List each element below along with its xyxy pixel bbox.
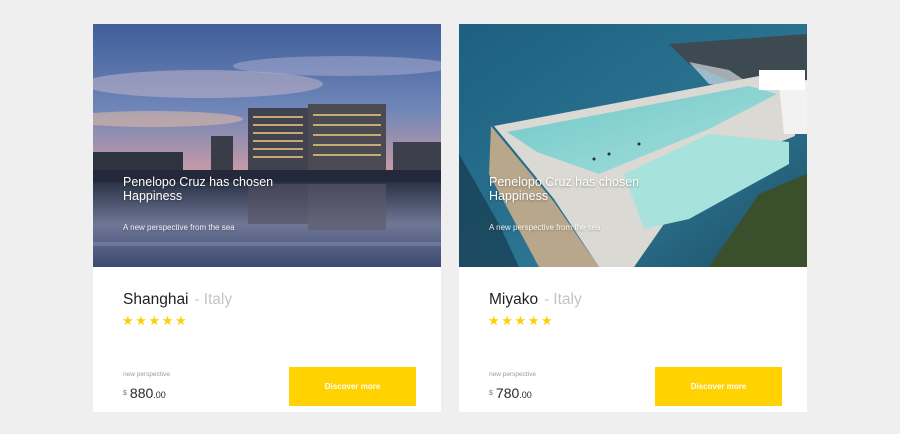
card-title: Miyako - Italy [489,291,582,309]
price: $880.00 [123,385,166,403]
country-name: Italy [553,291,582,308]
star-rating-icon: ★★★★★ [488,313,555,328]
overlay-headline: Penelopo Cruz has chosen Happiness [123,175,274,203]
perspective-label: new perspective [489,371,536,378]
destination-card-shanghai: Penelopo Cruz has chosen Happiness A new… [93,24,441,412]
discover-more-button[interactable]: Discover more [655,367,782,406]
price-cents: .00 [519,390,532,400]
price-cents: .00 [153,390,166,400]
currency-symbol: $ [489,390,493,397]
city-name: Shanghai [123,291,189,308]
card-details: Miyako - Italy ★★★★★ new perspective $780.… [459,267,807,412]
destination-photo: Penelopo Cruz has chosen Happiness A new… [93,24,441,267]
discover-more-button[interactable]: Discover more [289,367,416,406]
destination-card-miyako: Penelopo Cruz has chosen Happiness A new… [459,24,807,412]
price-amount: 880 [129,385,154,401]
city-name: Miyako [489,291,539,308]
price: $780.00 [489,385,532,403]
destination-photo: Penelopo Cruz has chosen Happiness A new… [459,24,807,267]
overlay-subtitle: A new perspective from the sea [489,223,601,232]
country-name: Italy [203,291,233,308]
price-amount: 780 [495,385,520,401]
overlay-subtitle: A new perspective from the sea [123,223,235,232]
title-separator: - [194,291,200,308]
title-separator: - [544,291,550,308]
star-rating-icon: ★★★★★ [122,313,189,328]
card-title: Shanghai - Italy [123,291,232,309]
perspective-label: new perspective [123,371,170,378]
card-details: Shanghai - Italy ★★★★★ new perspective $88… [93,267,441,412]
overlay-headline: Penelopo Cruz has chosen Happiness [489,175,640,203]
currency-symbol: $ [123,390,127,397]
